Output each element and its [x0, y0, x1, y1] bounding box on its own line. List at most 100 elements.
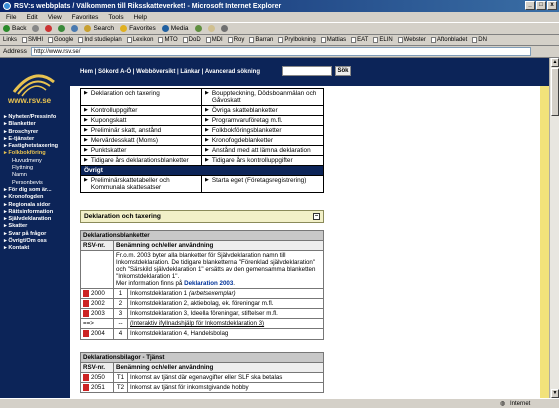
form-number[interactable]: 2003	[80, 308, 114, 320]
form-number[interactable]: 2000	[80, 287, 114, 300]
refresh-button[interactable]	[58, 25, 66, 32]
side-nav-item[interactable]: ▸ Fastighetstaxering	[4, 143, 70, 150]
side-nav-item[interactable]: ▸ Skatter	[4, 223, 70, 230]
side-nav-item[interactable]: ▸ Kontakt	[4, 245, 70, 252]
side-nav-item[interactable]: ▸ För dig som är...	[4, 187, 70, 194]
print-button[interactable]	[220, 25, 228, 32]
side-nav-item[interactable]: Personbevis	[4, 180, 70, 187]
page-icon	[182, 37, 188, 43]
menu-item[interactable]: ▶ Övriga skatteblanketter	[202, 106, 323, 115]
menu-item[interactable]: ▶ Programvaruföretag m.fl.	[202, 116, 323, 125]
side-nav-item[interactable]: ▸ Självdeklaration	[4, 216, 70, 223]
form-number[interactable]: 2050	[80, 371, 114, 384]
pdf-icon[interactable]	[83, 290, 89, 297]
pdf-icon[interactable]	[83, 300, 89, 308]
menu-item[interactable]: ▶ Preliminärskattetabeller och Kommunala …	[81, 176, 202, 192]
pdf-icon[interactable]	[83, 330, 89, 338]
maximize-button[interactable]: □	[536, 1, 546, 10]
favorites-button[interactable]: Favorites	[120, 25, 156, 32]
link-mto[interactable]: MTO	[158, 37, 178, 43]
pdf-icon[interactable]	[83, 374, 89, 381]
form-number[interactable]: 2002	[80, 298, 114, 310]
media-button[interactable]: Media	[161, 25, 189, 32]
side-nav-item[interactable]: ▸ Kronofogden	[4, 194, 70, 201]
back-button[interactable]: Back	[3, 25, 26, 32]
collapse-icon[interactable]: –	[313, 213, 320, 220]
link-aftonbladet[interactable]: Aftonbladet	[430, 37, 467, 43]
top-nav-links[interactable]: Hem | Sökord A-Ö | Webböversikt | Länkar…	[80, 69, 260, 75]
link-eat[interactable]: EAT	[351, 37, 368, 43]
address-input[interactable]: http://www.rsv.se/	[30, 47, 531, 56]
side-nav-item[interactable]: ▸ Regionala sidor	[4, 202, 70, 209]
pdf-icon[interactable]	[83, 384, 89, 392]
scroll-up-icon[interactable]: ▲	[551, 58, 559, 67]
menu-item[interactable]: ▶ Starta eget (Företagsregistrering)	[202, 176, 323, 192]
window-title: RSV:s webbplats / Välkommen till Riksska…	[14, 2, 282, 10]
link-barran[interactable]: Barran	[249, 37, 273, 43]
side-nav-item[interactable]: ▸ Nyheter/Pressinfo	[4, 114, 70, 121]
site-search-input[interactable]	[282, 66, 332, 76]
deklaration-2003-link[interactable]: Deklaration 2003	[184, 280, 233, 287]
link-smhi[interactable]: SMHI	[22, 37, 43, 43]
link-lexikon[interactable]: Lexikon	[126, 37, 153, 43]
form-number[interactable]: 2004	[80, 328, 114, 340]
search-button[interactable]: Search	[84, 25, 114, 32]
menu-item[interactable]: ▶ Deklaration och taxering	[81, 89, 202, 105]
side-nav-item[interactable]: ▸ Övrigt/Om oss	[4, 238, 70, 245]
minimize-button[interactable]: _	[525, 1, 535, 10]
vertical-scrollbar[interactable]: ▲ ▼	[549, 58, 559, 398]
link-ind-studieplan[interactable]: Ind studieplan	[78, 37, 122, 43]
scroll-down-icon[interactable]: ▼	[551, 389, 559, 398]
side-nav-item[interactable]: ▸ Folkbokföring	[4, 150, 70, 157]
close-button[interactable]: x	[547, 1, 557, 10]
menu-tools[interactable]: Tools	[108, 14, 123, 21]
link-mdi[interactable]: MDI	[205, 37, 223, 43]
link-prylbokning[interactable]: Prylbokning	[278, 37, 316, 43]
form-number[interactable]: ==>	[80, 318, 114, 330]
mail-button[interactable]	[207, 25, 215, 32]
side-nav-item[interactable]: ▸ E-tjänster	[4, 136, 70, 143]
side-nav-item[interactable]: ▸ Rättsinformation	[4, 209, 70, 216]
site-search-button[interactable]: Sök	[335, 66, 351, 76]
menu-item[interactable]: ▶ Punktskatter	[81, 146, 202, 155]
forward-button[interactable]	[32, 25, 40, 32]
section-header: Deklaration och taxering –	[80, 210, 324, 223]
home-button[interactable]	[71, 25, 79, 32]
side-nav-item[interactable]: Namn	[4, 172, 70, 179]
menu-item[interactable]: ▶ Folkbokföringsblanketter	[202, 126, 323, 135]
scroll-thumb[interactable]	[551, 68, 559, 116]
menu-favorites[interactable]: Favorites	[72, 14, 99, 21]
history-button[interactable]	[194, 25, 202, 32]
menu-view[interactable]: View	[48, 14, 62, 21]
menu-item[interactable]: ▶ Kronofogdeblanketter	[202, 136, 323, 145]
pdf-icon[interactable]	[83, 310, 89, 318]
menu-file[interactable]: File	[6, 14, 16, 21]
form-code: 3	[113, 308, 128, 320]
side-nav-item[interactable]: Flyttning	[4, 165, 70, 172]
link-elin[interactable]: ELIN	[373, 37, 393, 43]
stop-button[interactable]	[45, 25, 53, 32]
side-nav-item[interactable]: ▸ Svar på frågor	[4, 231, 70, 238]
page-icon	[22, 37, 28, 43]
link-webster[interactable]: Webster	[397, 37, 426, 43]
triangle-icon: ▶	[84, 177, 88, 183]
menu-item[interactable]: ▶ Bouppteckning, Dödsboanmälan och Gåvosk…	[202, 89, 323, 105]
side-nav-item[interactable]: ▸ Broschyrer	[4, 129, 70, 136]
link-dn[interactable]: DN	[472, 37, 487, 43]
menu-item[interactable]: ▶ Preliminär skatt, anstånd	[81, 126, 202, 135]
menu-item[interactable]: ▶ Anstånd med att lämna deklaration	[202, 146, 323, 155]
side-nav-item[interactable]: Huvudmeny	[4, 158, 70, 165]
side-nav-item[interactable]: ▸ Blanketter	[4, 121, 70, 128]
menu-item[interactable]: ▶ Tidigare års kontrolluppgifter	[202, 156, 323, 165]
menu-help[interactable]: Help	[134, 14, 147, 21]
form-number[interactable]: 2051	[80, 382, 114, 394]
menu-item[interactable]: ▶ Mervärdesskatt (Moms)	[81, 136, 202, 145]
menu-item[interactable]: ▶ Tidigare års deklarationsblanketter	[81, 156, 202, 165]
menu-edit[interactable]: Edit	[26, 14, 37, 21]
link-mattias[interactable]: Mattias	[320, 37, 346, 43]
link-dod[interactable]: DoD	[182, 37, 201, 43]
link-google[interactable]: Google	[48, 37, 73, 43]
link-roy[interactable]: Roy	[227, 37, 244, 43]
menu-item[interactable]: ▶ Kupongskatt	[81, 116, 202, 125]
menu-item[interactable]: ▶ Kontrolluppgifter	[81, 106, 202, 115]
